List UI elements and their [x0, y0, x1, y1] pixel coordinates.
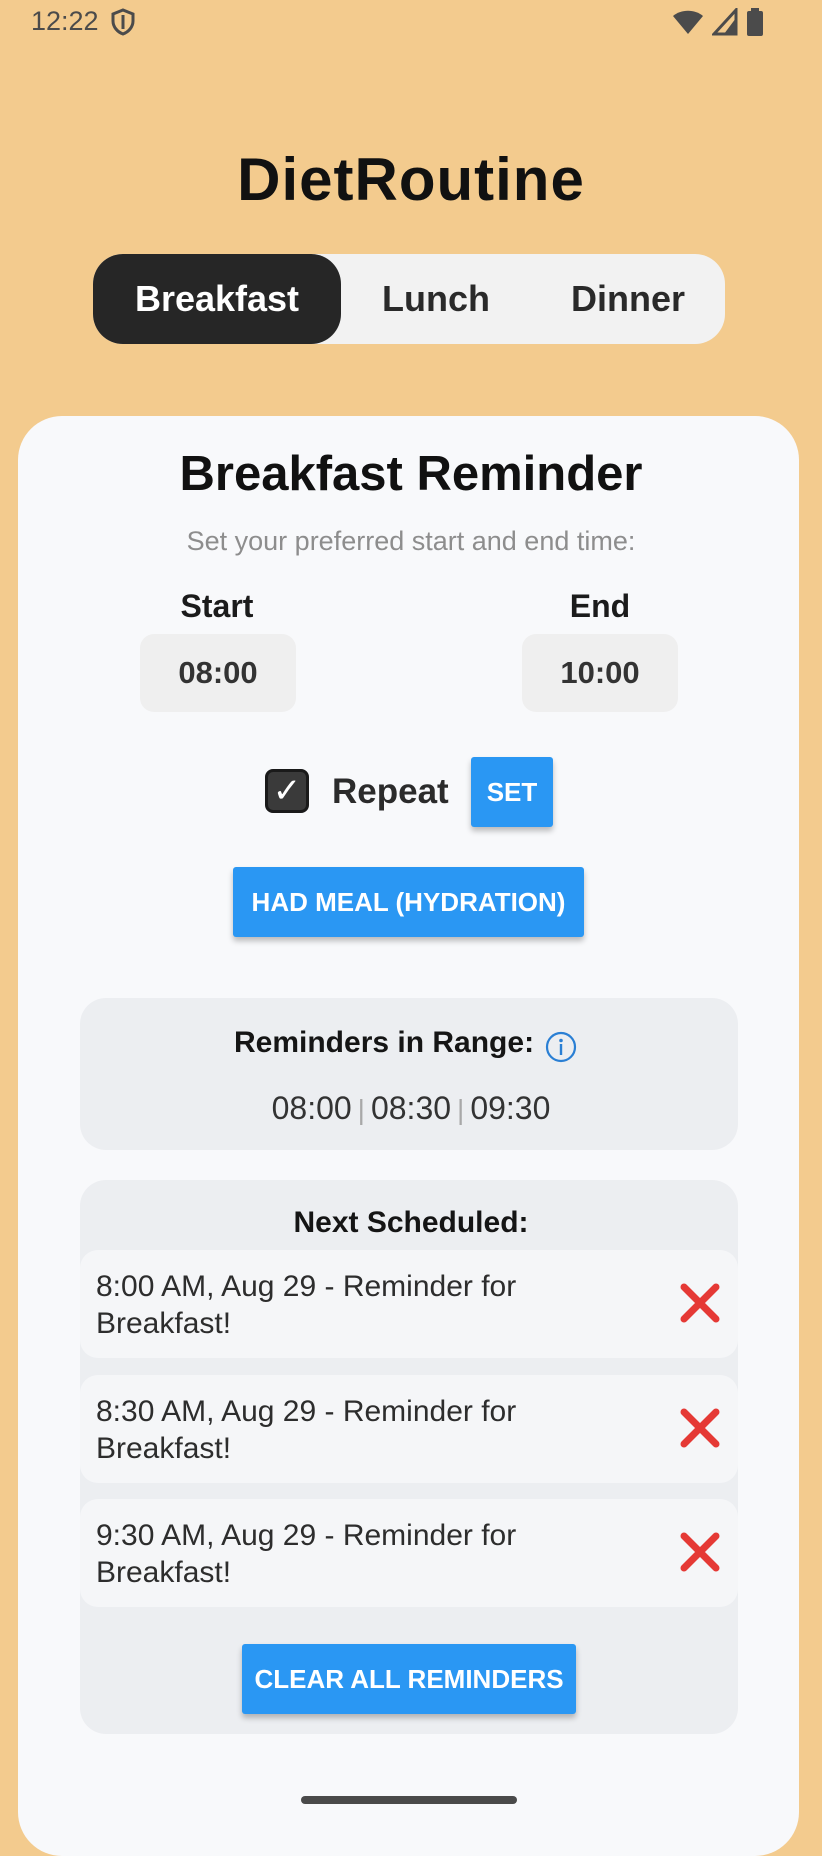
app-title: DietRoutine: [237, 146, 585, 213]
shield-icon: [111, 8, 135, 36]
repeat-checkbox[interactable]: ✓: [265, 769, 309, 813]
scheduled-title: Next Scheduled:: [293, 1206, 529, 1239]
cell-signal-icon: [712, 8, 738, 36]
end-time-picker[interactable]: 10:00: [522, 634, 678, 712]
meal-tabs: Breakfast Lunch Dinner: [93, 254, 725, 344]
scheduled-item-text: 8:00 AM, Aug 29 - Reminder for Breakfast…: [96, 1270, 517, 1340]
start-label: Start: [180, 588, 254, 624]
range-panel: [80, 998, 738, 1150]
tab-breakfast[interactable]: Breakfast: [93, 254, 341, 344]
range-time: 08:00: [271, 1090, 352, 1126]
start-time-picker[interactable]: 08:00: [140, 634, 296, 712]
scheduled-item-text: 9:30 AM, Aug 29 - Reminder for Breakfast…: [96, 1519, 517, 1589]
checkmark-icon: ✓: [272, 771, 302, 811]
range-time: 08:30: [370, 1090, 452, 1126]
range-separator: |: [457, 1094, 465, 1125]
battery-icon: [747, 8, 763, 36]
cross-mark-icon[interactable]: [678, 1281, 722, 1325]
home-indicator[interactable]: [301, 1796, 517, 1804]
wifi-icon: [673, 10, 703, 34]
status-time: 12:22: [31, 6, 99, 36]
cross-mark-icon[interactable]: [678, 1406, 722, 1450]
clear-all-reminders-button[interactable]: CLEAR ALL REMINDERS: [242, 1644, 576, 1714]
scheduled-item: 8:30 AM, Aug 29 - Reminder for Breakfast…: [80, 1375, 738, 1483]
reminder-subtitle: Set your preferred start and end time:: [186, 526, 636, 556]
set-button[interactable]: SET: [471, 757, 553, 827]
status-icons: [672, 8, 764, 36]
tab-lunch[interactable]: Lunch: [341, 254, 531, 344]
cross-mark-icon[interactable]: [678, 1530, 722, 1574]
repeat-label: Repeat: [332, 772, 449, 811]
scheduled-item: 9:30 AM, Aug 29 - Reminder for Breakfast…: [80, 1499, 738, 1607]
range-time: 09:30: [470, 1090, 551, 1126]
end-label: End: [569, 588, 631, 624]
range-title: Reminders in Range:: [234, 1026, 535, 1059]
reminder-title: Breakfast Reminder: [179, 447, 643, 501]
range-times: 08:00 | 08:30 | 09:30: [0, 1090, 822, 1127]
had-meal-button[interactable]: HAD MEAL (HYDRATION): [233, 867, 584, 937]
info-icon[interactable]: [545, 1031, 577, 1063]
status-bar: 12:22: [0, 0, 822, 44]
tab-dinner[interactable]: Dinner: [531, 254, 725, 344]
scheduled-item: 8:00 AM, Aug 29 - Reminder for Breakfast…: [80, 1250, 738, 1358]
range-separator: |: [357, 1094, 365, 1125]
scheduled-item-text: 8:30 AM, Aug 29 - Reminder for Breakfast…: [96, 1395, 517, 1465]
